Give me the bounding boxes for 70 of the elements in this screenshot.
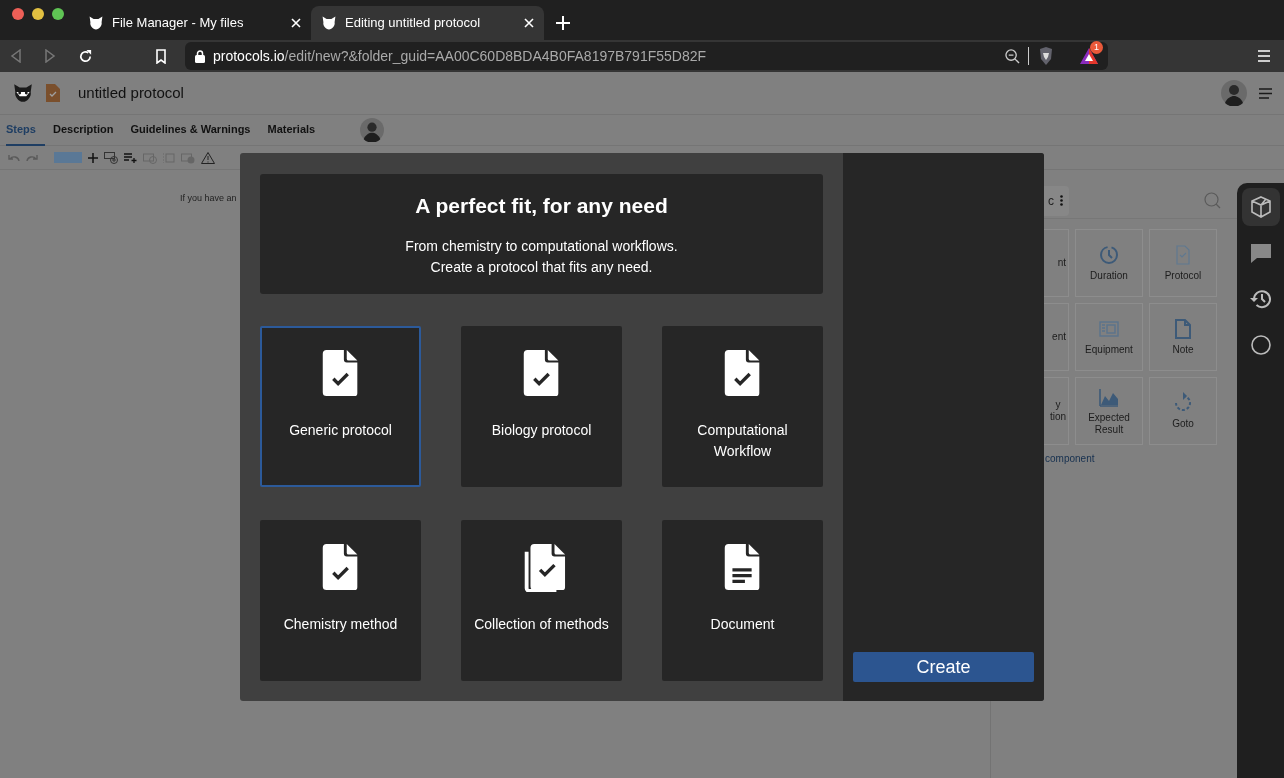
protocol-type-card[interactable]: Collection of methods — [461, 520, 622, 681]
dialog-title: A perfect fit, for any need — [415, 193, 668, 220]
chat-icon — [1248, 241, 1273, 265]
sidebar-button[interactable] — [1241, 188, 1280, 226]
component-link[interactable]: component — [1045, 451, 1237, 466]
divider-line — [1028, 47, 1030, 65]
window-maximize-button[interactable] — [52, 7, 64, 20]
browser-tab[interactable]: Editing untitled protocol — [311, 6, 544, 40]
protocol-type-card[interactable]: Document — [662, 520, 823, 681]
dialog-subtitle: Create a protocol that fits any need. — [430, 257, 653, 277]
window-close-button[interactable] — [12, 7, 24, 20]
protocol-type-card[interactable]: Biology protocol — [461, 326, 622, 487]
new-tab-icon[interactable] — [556, 16, 570, 30]
warning-icon[interactable] — [201, 151, 215, 164]
document-title: untitled protocol — [78, 82, 184, 103]
protocol-type-card[interactable]: Chemistry method — [260, 520, 421, 681]
protocol-type-card[interactable]: Computational Workflow — [662, 326, 823, 487]
component-tile[interactable]: Note — [1149, 303, 1217, 371]
zoom-out-icon[interactable] — [1005, 48, 1020, 64]
page-tab[interactable]: Guidelines & Warnings — [130, 113, 260, 147]
tab-title: Editing untitled protocol — [345, 14, 482, 33]
shield-icon[interactable] — [1038, 47, 1054, 65]
animal-icon — [88, 15, 104, 31]
color-swatch[interactable] — [54, 152, 82, 163]
protocol-type-card[interactable]: Generic protocol — [260, 326, 421, 487]
history-icon — [1248, 287, 1273, 311]
menu-icon[interactable] — [1259, 87, 1272, 99]
page-tab[interactable]: Description — [52, 113, 123, 147]
document-check-icon — [321, 544, 360, 592]
reload-icon[interactable] — [78, 48, 93, 64]
more-icon — [1060, 195, 1063, 206]
plus-icon[interactable] — [88, 152, 98, 163]
document-check-icon — [723, 350, 762, 398]
back-icon[interactable] — [10, 49, 22, 63]
address-field[interactable]: protocols.io/edit/new?&folder_guid=AA00C60D8BDA4B0FA8197B791F55D82F 1 — [185, 42, 1108, 70]
add-step-icon[interactable] — [104, 151, 118, 164]
clock-icon — [1098, 243, 1120, 266]
page-tab[interactable]: Materials — [267, 113, 325, 147]
close-icon[interactable] — [524, 18, 534, 28]
forward-icon[interactable] — [44, 49, 56, 63]
close-icon[interactable] — [291, 18, 301, 28]
component-tile[interactable]: Goto — [1149, 377, 1217, 445]
notification-badge: 1 — [1090, 41, 1103, 54]
animal-icon[interactable] — [12, 82, 34, 104]
bookmark-icon[interactable] — [155, 48, 167, 64]
circle-icon — [1248, 333, 1273, 357]
component-tile[interactable]: Expected Result — [1075, 377, 1143, 445]
component-tile[interactable]: Duration — [1075, 229, 1143, 297]
url-text: protocols.io/edit/new?&folder_guid=AA00C60D8BDA4B0FA8197B791F55D82F — [213, 46, 708, 66]
animal-icon — [321, 15, 337, 31]
document-check-icon — [321, 350, 360, 398]
browser-tab[interactable]: File Manager - My files — [78, 6, 311, 40]
create-button[interactable]: Create — [853, 652, 1034, 682]
list-add-icon[interactable] — [124, 152, 137, 163]
tab-title: File Manager - My files — [112, 14, 245, 33]
lock-icon — [195, 49, 205, 63]
document-check-icon — [522, 350, 561, 398]
note-icon — [1172, 317, 1194, 340]
component-tile[interactable]: Protocol — [1149, 229, 1217, 297]
loop-icon — [1172, 391, 1194, 414]
document-icon — [723, 544, 762, 592]
component-tile[interactable]: Equipment — [1075, 303, 1143, 371]
window-minimize-button[interactable] — [32, 7, 44, 20]
document-icon — [46, 84, 60, 102]
avatar[interactable] — [360, 118, 385, 142]
avatar[interactable] — [1221, 80, 1247, 106]
dialog-subtitle: From chemistry to computational workflows. — [405, 236, 678, 256]
cube-icon — [1248, 195, 1273, 219]
page-tab[interactable]: Steps — [6, 113, 45, 147]
hint-text: If you have an — [180, 192, 237, 205]
